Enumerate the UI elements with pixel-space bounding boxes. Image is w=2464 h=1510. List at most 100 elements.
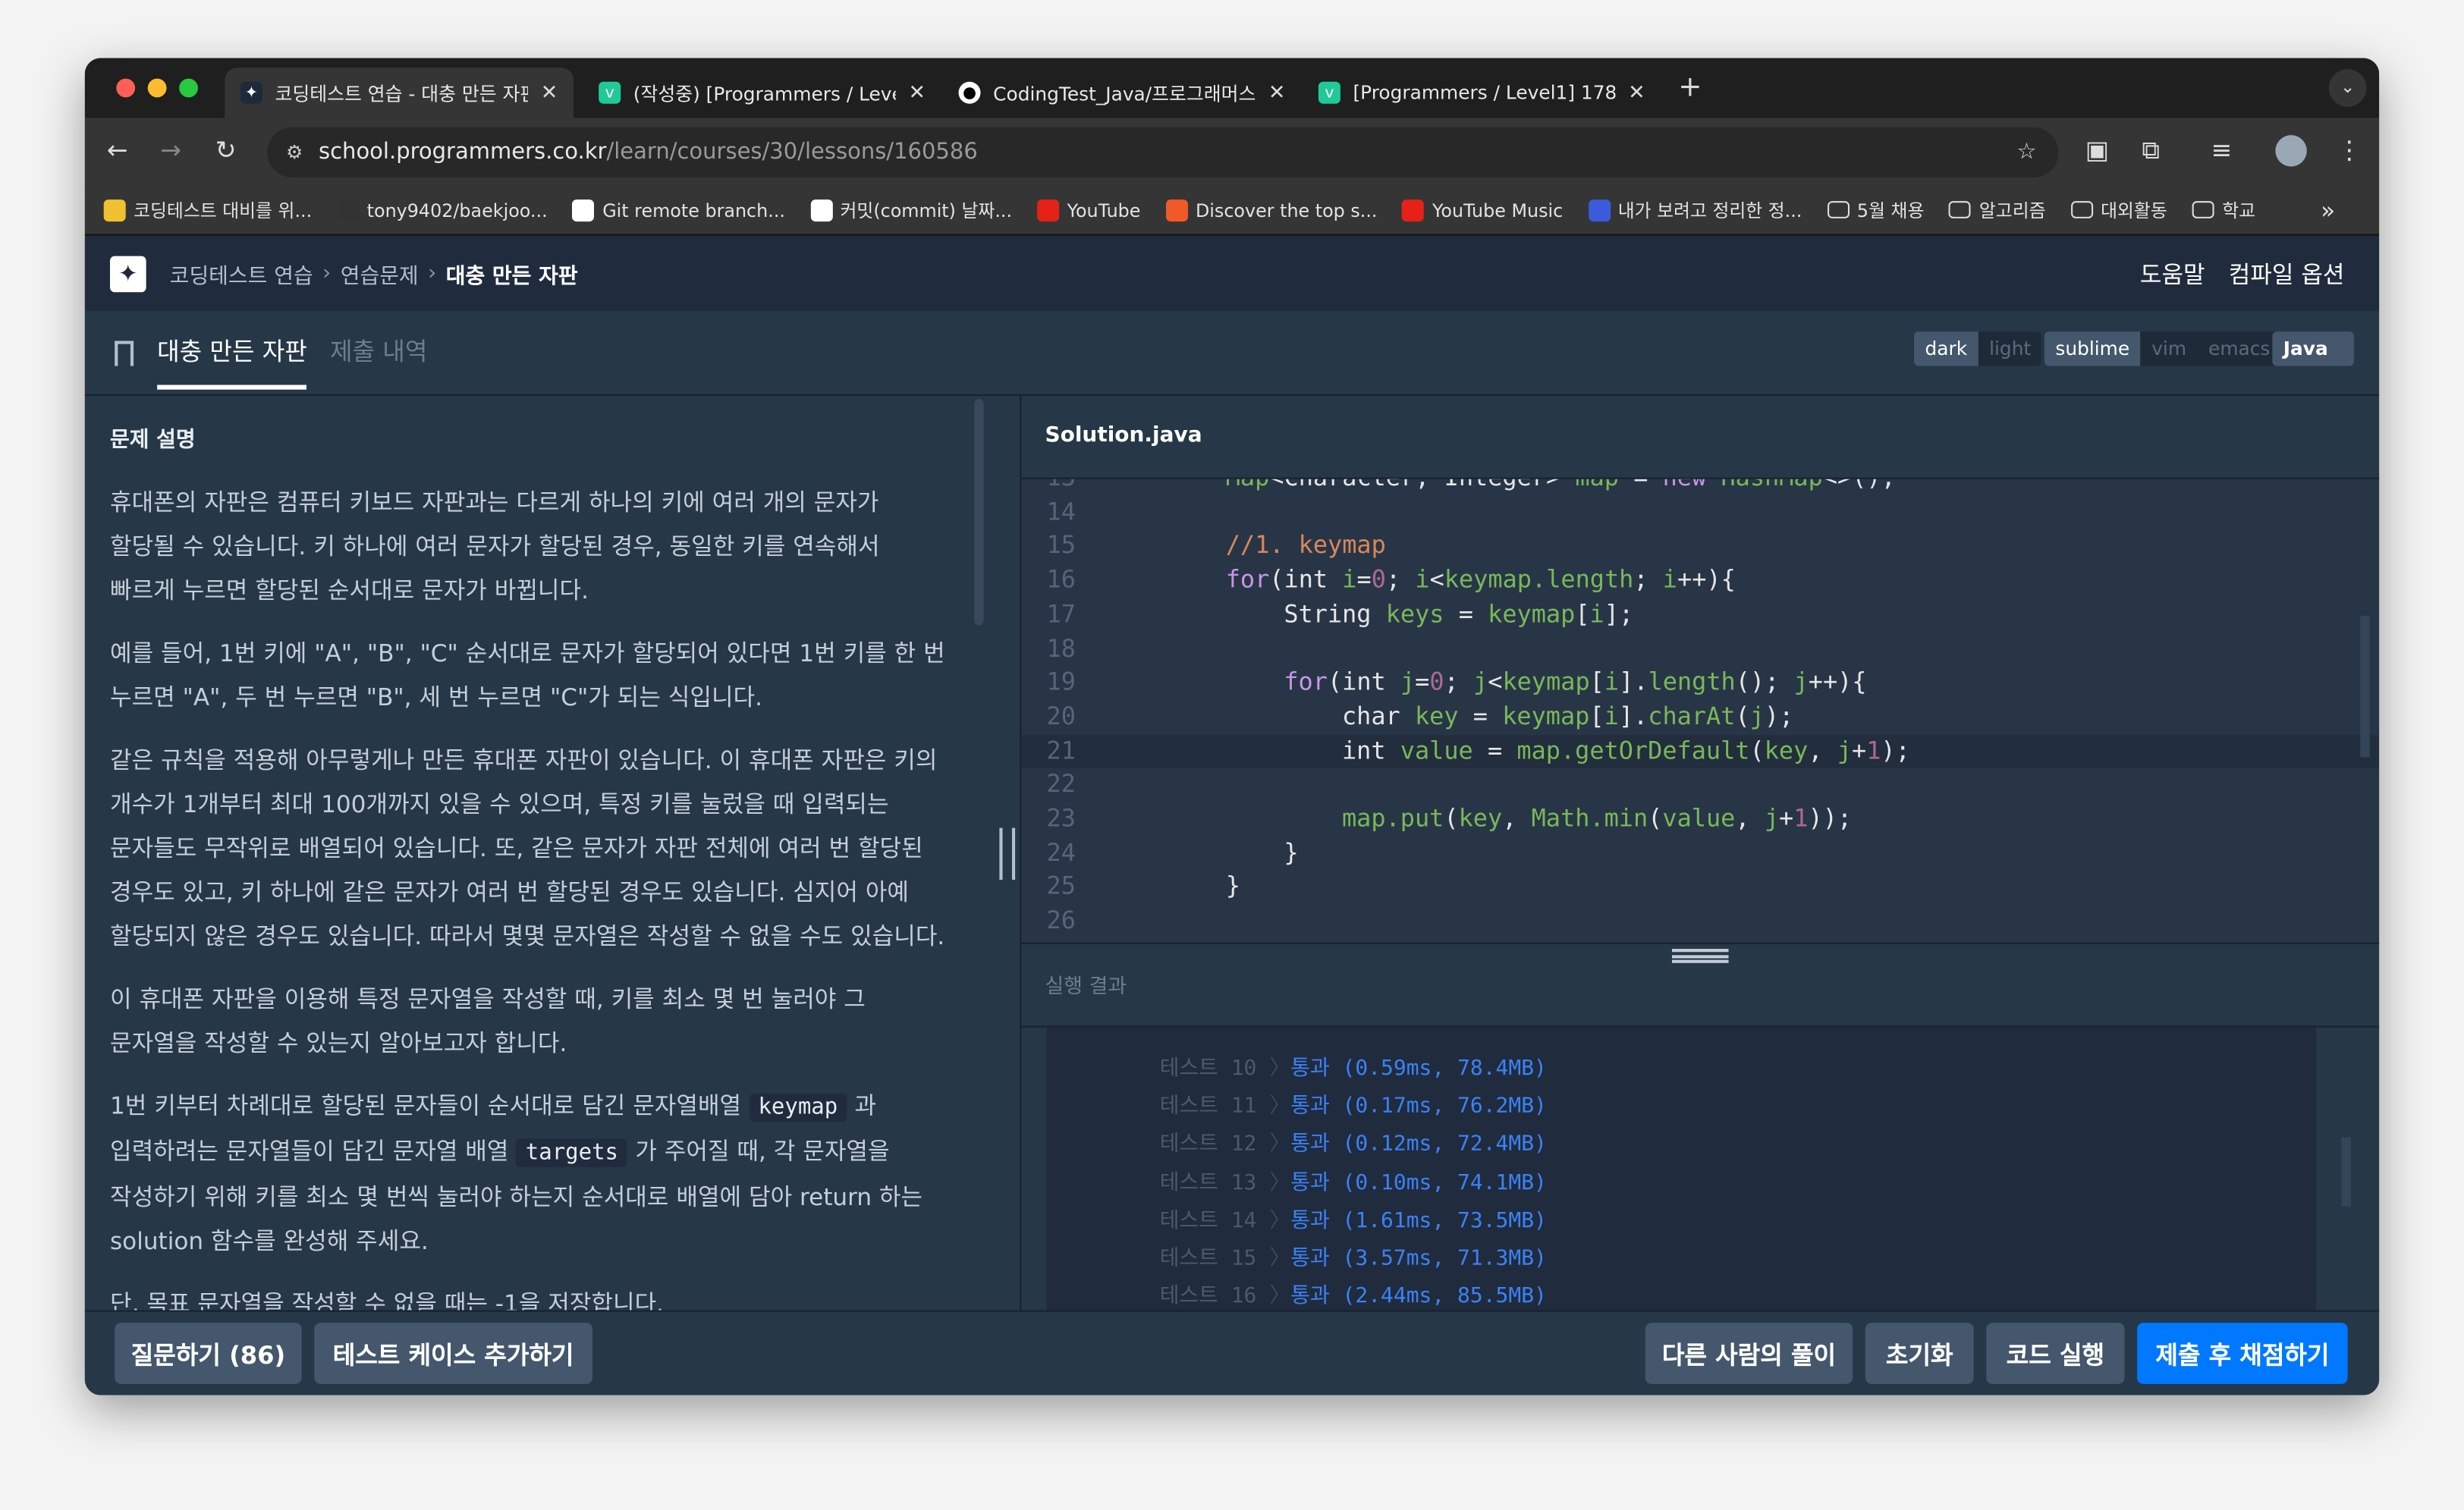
code-line[interactable]: 19 for(int j=0; j<keymap[i].length(); j++… (1021, 667, 2379, 701)
theme-toggle[interactable]: dark light (1913, 331, 2042, 366)
bookmark-item[interactable]: 커밋(commit) 날짜... (810, 197, 1012, 222)
code-editor[interactable]: 13 Map<Character, Integer> map = new Hash… (1021, 479, 2380, 943)
folder-icon (2192, 201, 2214, 218)
scrollbar[interactable] (974, 399, 984, 626)
line-number: 16 (1046, 565, 1076, 595)
line-number: 21 (1046, 736, 1076, 764)
line-number: 14 (1046, 497, 1076, 526)
bookmark-label: 알고리즘 (1978, 199, 2046, 221)
results-scrollbar[interactable] (2341, 1137, 2351, 1207)
editor-scrollbar[interactable] (2360, 615, 2370, 758)
browser-tab[interactable]: v (작성중) [Programmers / Level ✕ (583, 67, 941, 118)
minimize-window-button[interactable] (147, 78, 167, 98)
bookmark-item[interactable]: YouTube (1037, 199, 1140, 221)
keymap-vim[interactable]: vim (2140, 331, 2198, 366)
bookmark-item[interactable]: Git remote branch... (572, 199, 785, 221)
maximize-window-button[interactable] (179, 78, 198, 98)
theme-dark[interactable]: dark (1913, 331, 1978, 366)
code-text: for(int i=0; i<keymap.length; i++){ (1225, 565, 1736, 595)
code-line[interactable]: 26 (1021, 905, 2379, 939)
breadcrumb-item[interactable]: 연습문제 (341, 258, 419, 289)
bookmark-favicon-icon (1165, 199, 1188, 221)
keymap-toggle[interactable]: sublime vim emacs (2044, 331, 2281, 366)
bookmark-item[interactable]: 내가 보려고 정리한 정... (1588, 197, 1802, 222)
theme-light[interactable]: light (1978, 331, 2042, 366)
paragraph: 이 휴대폰 자판을 이용해 특정 문자열을 작성할 때, 키를 최소 몇 번 눌… (109, 984, 866, 1058)
code-text: Map<Character, Integer> map = new HashMa… (1226, 479, 1896, 496)
menu-icon[interactable]: ⋮ (2337, 135, 2362, 165)
breadcrumb-item[interactable]: 코딩테스트 연습 (170, 258, 313, 289)
more-bookmarks-icon[interactable]: » (2321, 196, 2335, 224)
code-line[interactable]: 23 map.put(key, Math.min(value, j+1)); (1021, 802, 2379, 837)
browser-tab-active[interactable]: ✦ 코딩테스트 연습 - 대충 만든 자판 | ✕ (225, 67, 574, 118)
close-tab-icon[interactable]: ✕ (541, 81, 558, 105)
results-panel: 테스트 10 〉통과 (0.59ms, 78.4MB) 테스트 11 〉통과 (0… (1021, 1027, 2380, 1311)
close-window-button[interactable] (116, 78, 136, 98)
line-number: 20 (1046, 702, 1076, 730)
bookmark-icon[interactable] (115, 341, 134, 366)
panel-resize-handle[interactable] (999, 827, 1016, 880)
code-line[interactable]: 24} (1021, 837, 2379, 871)
code-line[interactable]: 15 //1. keymap (1021, 530, 2379, 564)
tab-submissions[interactable]: 제출 내역 (330, 333, 427, 368)
close-tab-icon[interactable]: ✕ (1628, 81, 1645, 105)
forward-icon[interactable]: → (160, 135, 181, 165)
programmers-logo[interactable]: ✦ (109, 255, 146, 292)
chevron-right-icon: 〉 (1269, 1094, 1291, 1119)
bookmark-item[interactable]: Discover the top s... (1165, 199, 1378, 221)
close-tab-icon[interactable]: ✕ (1268, 81, 1286, 105)
bookmark-item[interactable]: 코딩테스트 대비를 위... (103, 197, 312, 222)
ask-question-button[interactable]: 질문하기 (86) (115, 1323, 302, 1384)
test-label: 테스트 16 (1159, 1283, 1257, 1309)
bookmark-item[interactable]: YouTube Music (1402, 199, 1563, 221)
keymap-sublime[interactable]: sublime (2044, 331, 2141, 366)
bookmark-favicon-icon (337, 199, 360, 221)
site-info-icon[interactable]: ⚙ (286, 141, 303, 163)
bookmark-item[interactable]: 알고리즘 (1949, 197, 2046, 222)
url-path: /learn/courses/30/lessons/160586 (606, 140, 978, 165)
profile-avatar[interactable] (2275, 135, 2307, 167)
code-line[interactable]: 16 for(int i=0; i<keymap.length; i++){ (1021, 564, 2379, 598)
bookmark-favicon-icon (572, 199, 595, 221)
code-line[interactable]: 20 char key = keymap[i].charAt(j); (1021, 701, 2379, 735)
help-link[interactable]: 도움말 (2140, 257, 2205, 290)
others-solutions-button[interactable]: 다른 사람의 풀이 (1645, 1323, 1853, 1384)
code-line[interactable]: 18 (1021, 633, 2379, 667)
close-tab-icon[interactable]: ✕ (908, 81, 926, 105)
new-tab-button[interactable]: + (1678, 71, 1702, 103)
code-line[interactable]: 13 Map<Character, Integer> map = new Hash… (1021, 479, 2379, 496)
code-line[interactable]: 17 String keys = keymap[i]; (1021, 598, 2379, 633)
line-number: 22 (1046, 770, 1076, 799)
breadcrumb-current: 대충 만든 자판 (445, 263, 578, 290)
extensions-icon[interactable]: ⧉ (2142, 135, 2160, 166)
code-text: //1. keymap (1225, 531, 1386, 560)
add-testcase-button[interactable]: 테스트 케이스 추가하기 (314, 1323, 592, 1384)
code-line[interactable]: 14 (1021, 496, 2379, 530)
bookmark-star-icon[interactable]: ☆ (2017, 140, 2037, 165)
reset-button[interactable]: 초기화 (1865, 1323, 1974, 1384)
language-select[interactable]: Java ▼ (2272, 331, 2354, 366)
address-bar[interactable]: ⚙ school.programmers.co.kr/learn/courses… (267, 127, 2059, 178)
bookmark-item[interactable]: tony9402/baekjoo... (337, 199, 548, 221)
tab-search-button[interactable]: ⌄ (2328, 69, 2367, 107)
back-icon[interactable]: ← (107, 135, 128, 165)
run-code-button[interactable]: 코드 실행 (1986, 1323, 2125, 1384)
drag-handle-icon[interactable] (1671, 949, 1729, 963)
bookmark-item[interactable]: 5월 채용 (1827, 197, 1924, 222)
reader-icon[interactable]: ▣ (2085, 135, 2109, 165)
code-line[interactable]: 25} (1021, 871, 2379, 905)
browser-tab[interactable]: v [Programmers / Level1] 1788 ✕ (1303, 67, 1661, 118)
browser-tab[interactable]: ● CodingTest_Java/프로그래머스/ ✕ (943, 67, 1301, 118)
bookmark-favicon-icon (103, 199, 126, 221)
compile-options-link[interactable]: 컴파일 옵션 (2229, 257, 2345, 290)
keymap-emacs[interactable]: emacs (2197, 331, 2281, 366)
bookmark-item[interactable]: 대외활동 (2070, 197, 2167, 222)
code-line[interactable]: 22 (1021, 769, 2379, 803)
reload-icon[interactable]: ↻ (215, 135, 237, 165)
code-line[interactable]: 21 int value = map.getOrDefault(key, j+1)… (1021, 734, 2380, 769)
bookmark-item[interactable]: 학교 (2192, 197, 2255, 222)
tab-problem[interactable]: 대충 만든 자판 (157, 333, 307, 390)
submit-button[interactable]: 제출 후 채점하기 (2137, 1323, 2348, 1384)
test-result-row: 테스트 11 〉통과 (0.17ms, 76.2MB) (1160, 1088, 1547, 1119)
media-icon[interactable]: ≡ (2211, 135, 2232, 165)
